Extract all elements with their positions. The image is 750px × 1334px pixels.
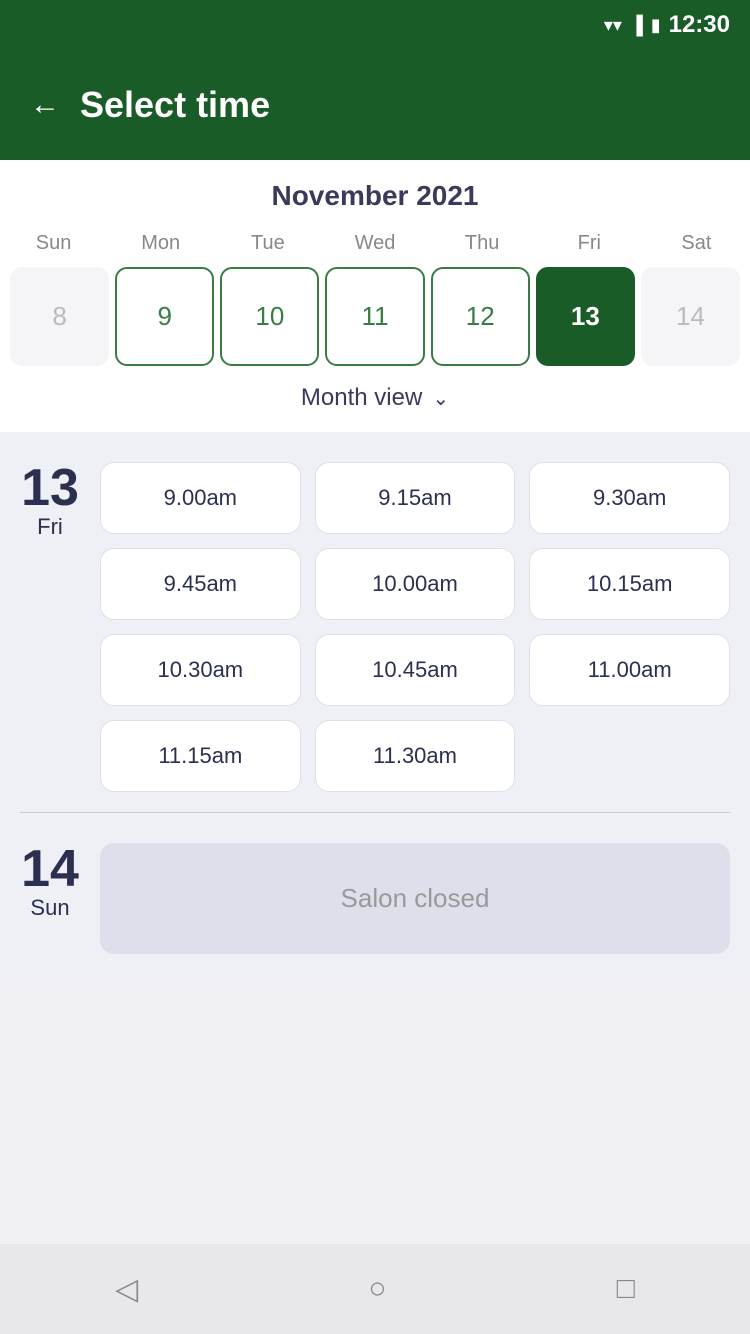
date-number-13: 13	[21, 462, 79, 514]
day-header-sat: Sat	[643, 232, 750, 255]
day-cell-8[interactable]: 8	[10, 267, 109, 366]
status-bar: ▾▾ ▐ ▮ 12:30	[0, 0, 750, 50]
time-slot-1045[interactable]: 10.45am	[315, 634, 516, 706]
day-cell-9[interactable]: 9	[115, 267, 214, 366]
time-slot-1130[interactable]: 11.30am	[315, 720, 516, 792]
back-button[interactable]: ←	[30, 88, 60, 122]
wifi-icon: ▾▾	[604, 15, 622, 36]
date-row-13: 13 Fri 9.00am 9.15am 9.30am 9.45am 10.00…	[20, 462, 730, 792]
day-cell-10[interactable]: 10	[220, 267, 319, 366]
status-time: 12:30	[669, 11, 730, 39]
time-slot-915[interactable]: 9.15am	[315, 462, 516, 534]
month-view-label: Month view	[301, 384, 422, 412]
date-number-14: 14	[21, 843, 79, 895]
day-header-fri: Fri	[536, 232, 643, 255]
page-title: Select time	[80, 84, 270, 126]
time-slot-1015[interactable]: 10.15am	[529, 548, 730, 620]
month-view-toggle[interactable]: Month view ⌄	[0, 366, 750, 422]
time-slot-930[interactable]: 9.30am	[529, 462, 730, 534]
nav-back-button[interactable]: ◁	[115, 1272, 138, 1307]
section-divider	[20, 812, 730, 813]
day-cells-row: 8 9 10 11 12 13 14	[0, 267, 750, 366]
day-header-tue: Tue	[214, 232, 321, 255]
date-day-14: Sun	[30, 895, 69, 921]
app-header: ← Select time	[0, 50, 750, 160]
time-slot-1100[interactable]: 11.00am	[529, 634, 730, 706]
day-cell-14[interactable]: 14	[641, 267, 740, 366]
salon-closed-box: Salon closed	[100, 843, 730, 954]
time-section: 13 Fri 9.00am 9.15am 9.30am 9.45am 10.00…	[0, 432, 750, 984]
day-header-wed: Wed	[321, 232, 428, 255]
day-cell-11[interactable]: 11	[325, 267, 424, 366]
time-slot-1115[interactable]: 11.15am	[100, 720, 301, 792]
day-header-sun: Sun	[0, 232, 107, 255]
time-slot-1030[interactable]: 10.30am	[100, 634, 301, 706]
time-slot-900[interactable]: 9.00am	[100, 462, 301, 534]
battery-icon: ▮	[651, 15, 661, 36]
calendar-section: November 2021 Sun Mon Tue Wed Thu Fri Sa…	[0, 160, 750, 432]
time-grid-13: 9.00am 9.15am 9.30am 9.45am 10.00am 10.1…	[100, 462, 730, 792]
date-label-14: 14 Sun	[20, 843, 80, 921]
day-cell-13[interactable]: 13	[536, 267, 635, 366]
bottom-nav: ◁ ○ □	[0, 1244, 750, 1334]
status-icons: ▾▾ ▐ ▮ 12:30	[604, 11, 730, 39]
date-day-13: Fri	[37, 514, 63, 540]
nav-home-button[interactable]: ○	[368, 1272, 386, 1306]
day-cell-12[interactable]: 12	[431, 267, 530, 366]
time-slot-945[interactable]: 9.45am	[100, 548, 301, 620]
chevron-down-icon: ⌄	[432, 386, 449, 411]
time-slot-1000[interactable]: 10.00am	[315, 548, 516, 620]
month-year-label: November 2021	[0, 180, 750, 212]
day-headers-row: Sun Mon Tue Wed Thu Fri Sat	[0, 232, 750, 255]
signal-icon: ▐	[630, 15, 643, 36]
date-label-13: 13 Fri	[20, 462, 80, 540]
date-row-14: 14 Sun Salon closed	[20, 843, 730, 954]
nav-recent-button[interactable]: □	[617, 1272, 635, 1306]
day-header-mon: Mon	[107, 232, 214, 255]
day-header-thu: Thu	[429, 232, 536, 255]
